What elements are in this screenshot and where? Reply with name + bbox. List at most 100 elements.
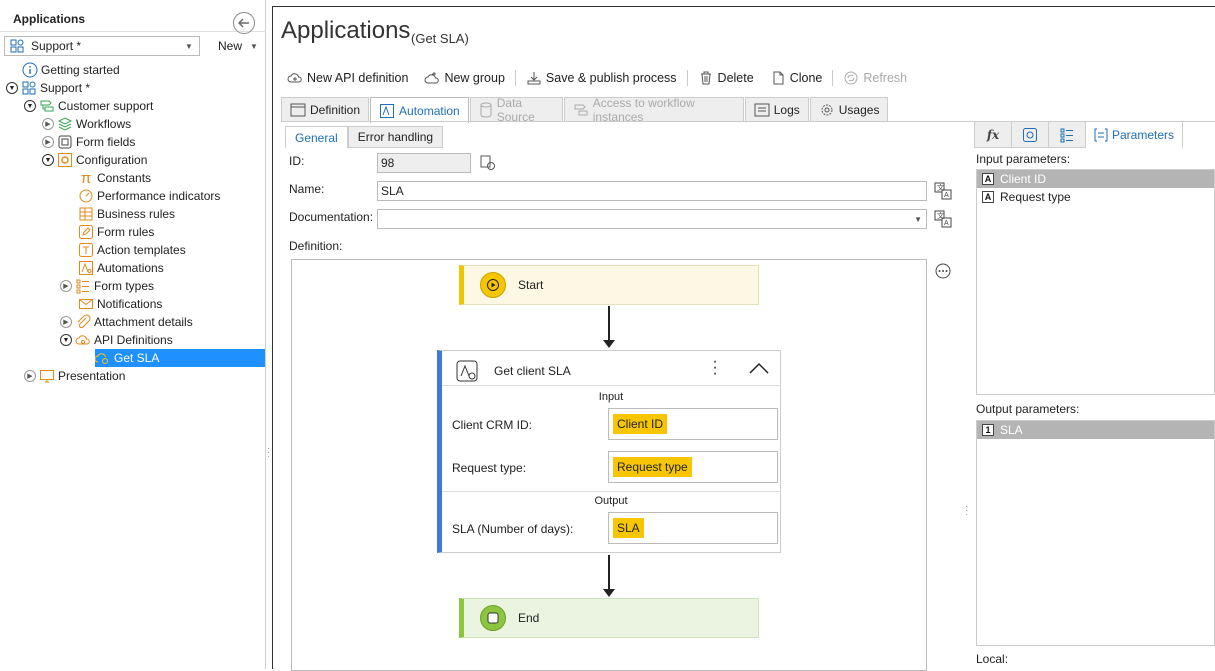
layers-icon: [57, 116, 73, 132]
tree-item-attachment-details[interactable]: ▶ Attachment details: [60, 313, 193, 331]
tree-item-label: Notifications: [97, 297, 163, 311]
play-icon: [480, 272, 506, 298]
app-grid-icon: [21, 80, 37, 96]
tree-item-performance-indicators[interactable]: Performance indicators: [78, 187, 220, 205]
tab-fields[interactable]: [1011, 121, 1049, 148]
tree-item-notifications[interactable]: Notifications: [78, 295, 162, 313]
variables-tabs: fx Parameters: [974, 121, 1183, 148]
list-item[interactable]: A Client ID: [977, 170, 1214, 188]
back-button[interactable]: [233, 12, 255, 34]
tab-parameters[interactable]: Parameters: [1085, 121, 1183, 148]
automation-icon: [78, 260, 94, 276]
documentation-input[interactable]: ▼: [377, 209, 927, 229]
tree-item-label: Form fields: [76, 135, 136, 149]
envelope-icon: [78, 296, 94, 312]
tab-definition[interactable]: Definition: [281, 97, 370, 122]
tree-item-constants[interactable]: π Constants: [78, 169, 151, 187]
delete-button[interactable]: Delete: [692, 67, 760, 89]
svg-text:A: A: [944, 220, 949, 227]
new-api-definition-button[interactable]: New API definition: [281, 67, 414, 89]
expander-icon[interactable]: ▶: [42, 118, 54, 130]
application-select-value: Support *: [31, 39, 82, 53]
request-type-input[interactable]: Request type: [608, 451, 778, 483]
tree-item-getting-started[interactable]: Getting started: [22, 61, 120, 79]
tab-label: Data Source: [496, 96, 535, 124]
pi-icon: π: [80, 169, 92, 187]
name-input[interactable]: SLA: [377, 181, 927, 201]
expander-icon[interactable]: ▼: [42, 154, 54, 166]
new-group-button[interactable]: New group: [418, 67, 510, 89]
expander-icon[interactable]: ▼: [6, 82, 18, 94]
new-api-definition-label: New API definition: [307, 71, 409, 85]
tree-item-presentation[interactable]: ▶ Presentation: [24, 367, 125, 385]
tree-item-configuration[interactable]: ▼ Configuration: [42, 151, 147, 169]
tab-list[interactable]: [1048, 121, 1086, 148]
tree-item-customer-support[interactable]: ▼ Customer support: [24, 97, 153, 115]
card-divider: [442, 385, 781, 386]
clone-button[interactable]: Clone: [764, 67, 829, 89]
translate-icon[interactable]: 文A: [934, 182, 952, 200]
client-crm-input[interactable]: Client ID: [608, 408, 778, 440]
collapse-icon[interactable]: [748, 361, 770, 375]
tab-functions[interactable]: fx: [974, 121, 1012, 148]
expander-icon[interactable]: ▶: [42, 136, 54, 148]
tree-item-support[interactable]: ▼ Support *: [6, 79, 90, 97]
tab-label: Access to workflow instances: [592, 96, 695, 124]
api-step-card[interactable]: Get client SLA · · · Input Client CRM ID: …: [437, 350, 781, 553]
tab-usages[interactable]: Usages: [809, 97, 889, 122]
tree-item-business-rules[interactable]: Business rules: [78, 205, 175, 223]
request-type-chip[interactable]: Request type: [613, 457, 692, 477]
svg-text:文: 文: [937, 183, 944, 192]
tab-access-workflow-instances[interactable]: Access to workflow instances: [563, 96, 744, 124]
tab-data-source[interactable]: Data Source: [469, 96, 563, 124]
tree-item-form-rules[interactable]: Form rules: [78, 223, 154, 241]
tab-logs[interactable]: Logs: [744, 97, 809, 122]
tab-general[interactable]: General: [285, 126, 348, 148]
start-step[interactable]: Start: [459, 265, 759, 305]
sla-chip[interactable]: SLA: [613, 518, 644, 538]
page-title: Applications: [281, 17, 411, 44]
refresh-button[interactable]: Refresh: [837, 67, 913, 89]
list-item[interactable]: A Request type: [977, 188, 1214, 206]
automation-icon: [379, 103, 395, 119]
tree-item-api-definitions[interactable]: ▼ API Definitions: [60, 331, 173, 349]
id-value: 98: [381, 156, 395, 170]
tree-item-form-fields[interactable]: ▶ Form fields: [42, 133, 135, 151]
tab-automation[interactable]: Automation: [370, 97, 469, 123]
sla-input[interactable]: SLA: [608, 512, 778, 544]
list-item[interactable]: 1 SLA: [977, 421, 1214, 439]
client-id-chip[interactable]: Client ID: [613, 414, 668, 434]
more-options-icon[interactable]: [934, 262, 952, 280]
info-icon: [22, 62, 38, 78]
tree-item-label: Attachment details: [94, 315, 193, 329]
expander-icon[interactable]: ▶: [60, 280, 72, 292]
expander-icon[interactable]: ▶: [24, 370, 36, 382]
end-step[interactable]: End: [459, 598, 759, 638]
parameters-icon: [1094, 128, 1108, 142]
splitter-handle[interactable]: · · ·: [965, 502, 968, 520]
expander-icon[interactable]: ▼: [60, 334, 72, 346]
tree-item-form-types[interactable]: ▶ Form types: [60, 277, 154, 295]
save-publish-button[interactable]: Save & publish process: [520, 67, 683, 89]
chevron-down-icon: ▼: [250, 41, 258, 51]
navigation-header: Applications: [0, 6, 266, 34]
tree-item-label: Configuration: [76, 153, 148, 167]
tree-item-action-templates[interactable]: Action templates: [78, 241, 186, 259]
tree-item-get-sla[interactable]: Get SLA: [95, 349, 265, 367]
kebab-menu-icon[interactable]: · · ·: [712, 354, 718, 382]
tree-item-workflows[interactable]: ▶ Workflows: [42, 115, 131, 133]
expander-icon[interactable]: ▶: [60, 316, 72, 328]
toolbar-divider: [514, 70, 516, 86]
new-button[interactable]: New ▼: [206, 36, 264, 56]
tree-item-label: Getting started: [41, 63, 120, 77]
application-select[interactable]: Support * ▼: [4, 36, 200, 56]
expander-icon[interactable]: ▼: [24, 100, 36, 112]
tree-item-automations[interactable]: Automations: [78, 259, 164, 277]
gauge-icon: [78, 188, 94, 204]
copy-id-icon[interactable]: [479, 154, 497, 172]
translate-icon[interactable]: 文A: [934, 210, 952, 228]
tab-error-handling[interactable]: Error handling: [347, 126, 444, 148]
form-field-icon: [57, 134, 73, 150]
automation-canvas[interactable]: Start Get client SLA · · · Input Client CR…: [291, 259, 927, 671]
splitter-handle[interactable]: · · ·: [267, 444, 270, 462]
